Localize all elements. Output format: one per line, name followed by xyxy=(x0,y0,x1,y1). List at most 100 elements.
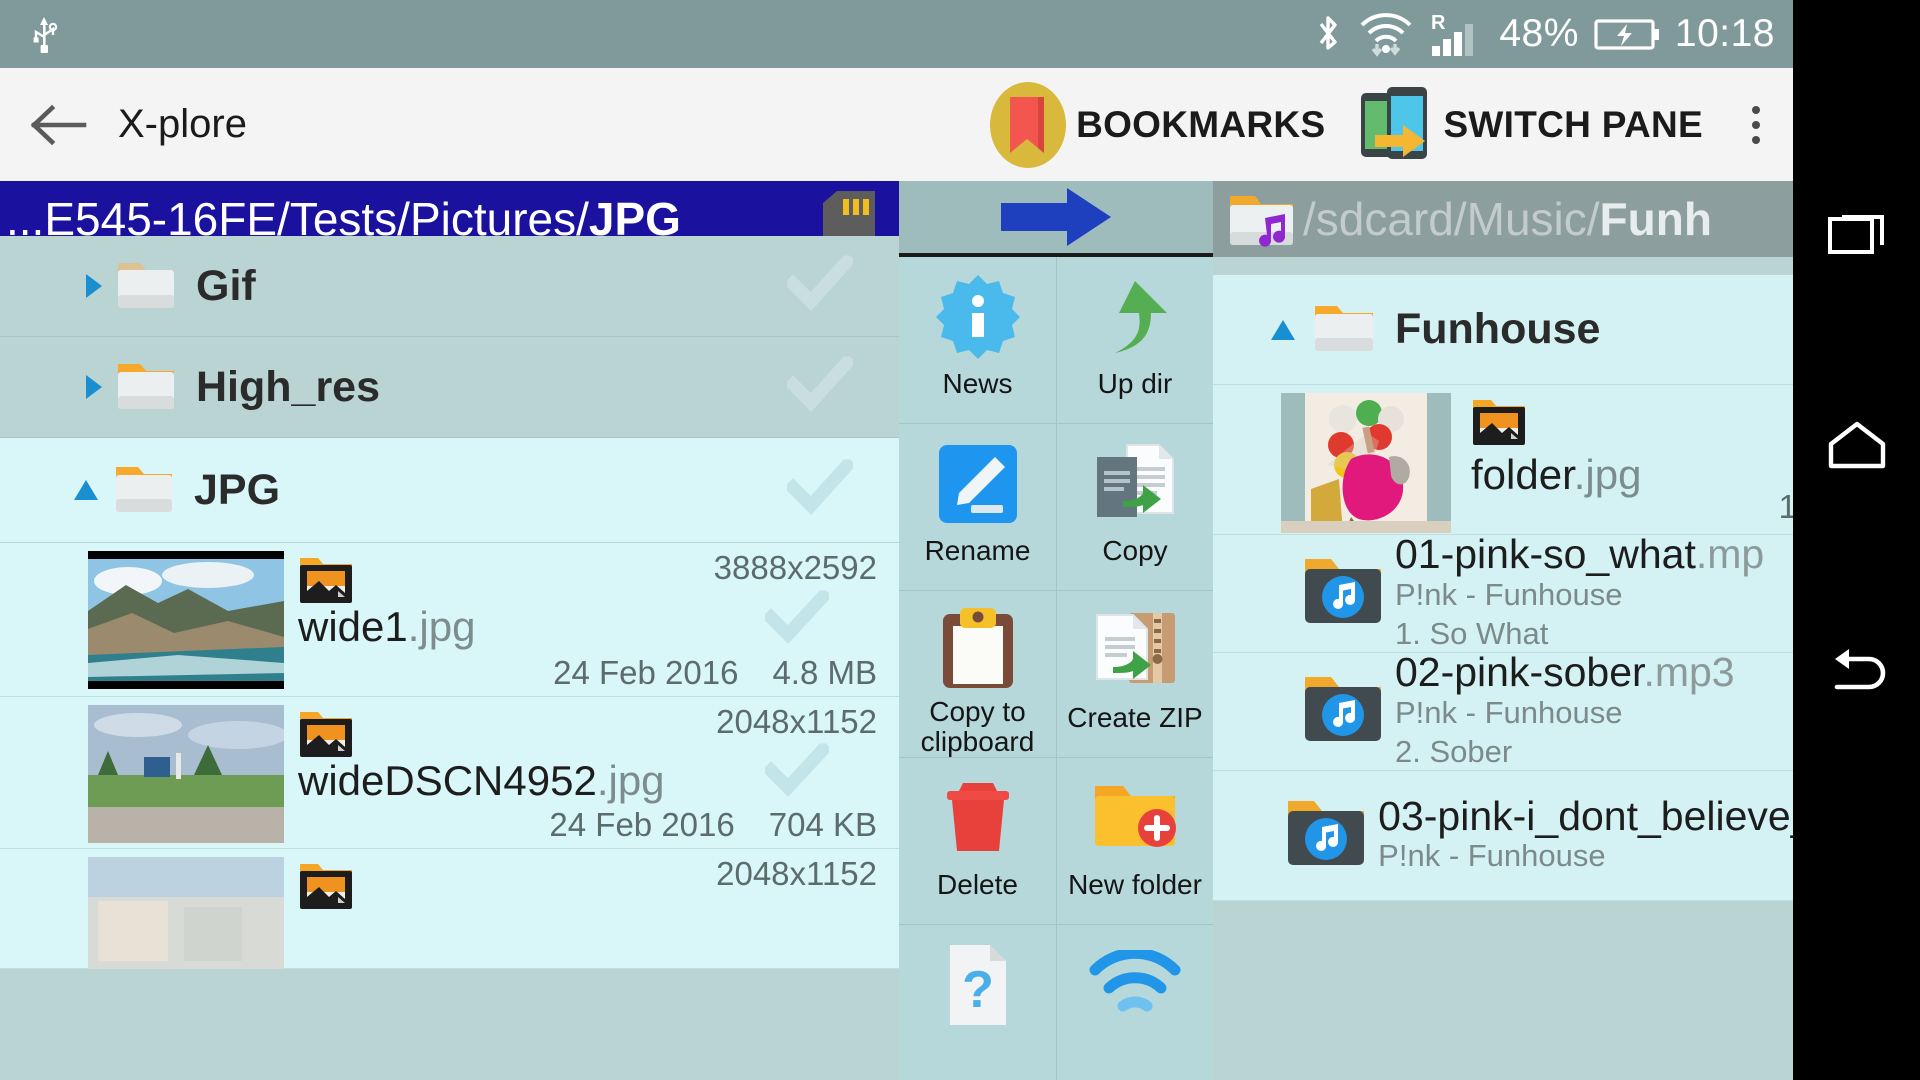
info-badge-icon xyxy=(934,271,1022,363)
file-extension: .jpg xyxy=(1573,451,1642,498)
list-item-file[interactable]: folder.jpg 1 xyxy=(1213,385,1793,535)
action-news[interactable]: News xyxy=(899,257,1056,424)
music-track: 2. Sober xyxy=(1395,734,1513,770)
file-date: 24 Feb 2016 xyxy=(553,654,739,691)
list-item-music[interactable]: 03-pink-i_dont_believe_you. P!nk - Funho… xyxy=(1213,771,1793,901)
mp3-file-icon xyxy=(1301,671,1385,752)
action-copy-to-clipboard[interactable]: Copy to clipboard xyxy=(899,591,1056,758)
file-extension: .mp3 xyxy=(1643,651,1735,696)
action-unknown-file[interactable]: ? xyxy=(899,925,1056,1080)
right-path-content: /sdcard/Music/Funh xyxy=(1213,188,1712,250)
file-info: 2048x1152 wideDSCN4952.jpg 24 Feb 2016 70… xyxy=(284,697,899,848)
overflow-menu-button[interactable] xyxy=(1719,105,1793,144)
bookmarks-button[interactable]: BOOKMARKS xyxy=(970,79,1341,171)
action-wifi-share[interactable] xyxy=(1056,925,1213,1080)
page-title: X-plore xyxy=(118,102,247,146)
folder-name: JPG xyxy=(194,465,281,514)
file-size: 704 KB xyxy=(768,806,877,843)
battery-percent-label: 48% xyxy=(1499,12,1579,55)
pencil-edit-icon xyxy=(937,438,1019,530)
back-button[interactable] xyxy=(0,102,118,148)
action-new-folder[interactable]: New folder xyxy=(1056,758,1213,925)
roaming-signal-icon: R xyxy=(1431,12,1474,56)
bookmarks-label: BOOKMARKS xyxy=(1076,103,1326,145)
toolbar-actions: BOOKMARKS SWITCH PANE xyxy=(970,68,1793,181)
list-item-folder-selected[interactable]: JPG xyxy=(0,438,899,543)
expand-triangle-icon[interactable] xyxy=(74,271,114,301)
mp3-file-icon xyxy=(1301,553,1385,634)
app-window: R 48% 10:18 X-plore BOOKMARKS SWITCH PAN… xyxy=(0,0,1793,1080)
folder-icon xyxy=(112,459,176,522)
action-panel: News Up dir Rename Copy Copy to clipboar… xyxy=(899,181,1213,1080)
right-file-list: Funhouse folder.jpg 1 01-pink-so_what.mp… xyxy=(1213,275,1793,901)
file-meta: 24 Feb 2016 704 KB xyxy=(549,806,877,844)
music-artist-album: P!nk - Funhouse xyxy=(1378,837,1606,873)
folder-icon xyxy=(1311,298,1377,361)
music-folder-icon xyxy=(1230,196,1293,247)
music-file-text: 03-pink-i_dont_believe_you. P!nk - Funho… xyxy=(1368,796,1793,876)
app-toolbar: X-plore BOOKMARKS SWITCH PANE xyxy=(0,68,1793,181)
battery-charging-icon xyxy=(1594,19,1659,50)
file-info: 2048x1152 xyxy=(284,849,899,968)
screen-root: R 48% 10:18 X-plore BOOKMARKS SWITCH PAN… xyxy=(0,0,1920,1080)
file-meta: 24 Feb 2016 4.8 MB xyxy=(553,654,877,692)
back-button-nav[interactable] xyxy=(1793,645,1920,701)
action-copy[interactable]: Copy xyxy=(1056,424,1213,591)
list-item-music[interactable]: 02-pink-sober.mp3 P!nk - Funhouse 2. Sob… xyxy=(1213,651,1793,772)
select-check-icon[interactable] xyxy=(783,252,857,317)
switch-pane-icon xyxy=(1361,86,1428,159)
wifi-share-icon xyxy=(1089,939,1181,1031)
home-button[interactable] xyxy=(1793,420,1920,470)
collapse-triangle-icon[interactable] xyxy=(66,477,106,503)
music-artist-album: P!nk - Funhouse xyxy=(1395,695,1623,731)
select-check-icon[interactable] xyxy=(761,586,833,649)
right-list-top-gap xyxy=(1213,257,1793,275)
file-dimensions: 2048x1152 xyxy=(716,703,877,740)
action-create-zip[interactable]: Create ZIP xyxy=(1056,591,1213,758)
file-info: 3888x2592 wide1.jpg 24 Feb 2016 4.8 MB xyxy=(284,543,899,696)
transfer-arrow-button[interactable] xyxy=(899,181,1213,257)
music-file-name: 02-pink-sober.mp3 xyxy=(1395,651,1735,696)
expand-triangle-icon[interactable] xyxy=(74,372,114,402)
right-path-text: /sdcard/Music/Funh xyxy=(1303,192,1712,246)
list-item-folder[interactable]: High_res xyxy=(0,337,899,438)
kebab-dot xyxy=(1752,120,1760,129)
jpg-file-icon xyxy=(1471,393,1527,454)
wifi-icon xyxy=(1360,13,1412,57)
recent-apps-icon xyxy=(1827,215,1884,254)
action-up-dir[interactable]: Up dir xyxy=(1056,257,1213,424)
unknown-file-icon: ? xyxy=(940,939,1016,1031)
clock-label: 10:18 xyxy=(1674,12,1775,55)
status-bar-right-icons: R 48% 10:18 xyxy=(1313,0,1775,68)
collapse-triangle-icon[interactable] xyxy=(1263,317,1303,343)
home-icon xyxy=(1828,421,1885,469)
file-thumbnail xyxy=(88,551,284,689)
file-meta-partial: 1 xyxy=(1778,488,1793,525)
list-item-folder[interactable]: Gif xyxy=(0,236,899,337)
jpg-file-icon xyxy=(298,705,354,766)
music-artist-album: P!nk - Funhouse xyxy=(1395,577,1623,613)
recent-apps-button[interactable] xyxy=(1793,205,1920,257)
right-arrow-icon xyxy=(1001,188,1111,246)
list-item-music[interactable]: 01-pink-so_what.mp P!nk - Funhouse 1. So… xyxy=(1213,533,1793,653)
file-size: 4.8 MB xyxy=(772,654,877,691)
select-check-icon[interactable] xyxy=(761,739,833,802)
switch-pane-button[interactable]: SWITCH PANE xyxy=(1341,79,1719,171)
trash-can-icon xyxy=(937,772,1019,864)
list-item-file[interactable]: 2048x1152 xyxy=(0,849,899,969)
status-bar-left-icons xyxy=(28,0,62,68)
right-path-prefix: /sdcard/Music/ xyxy=(1303,193,1600,245)
list-item-file[interactable]: 3888x2592 wide1.jpg 24 Feb 2016 4.8 MB xyxy=(0,543,899,697)
file-extension: .jpg xyxy=(596,757,665,804)
list-item-folder-selected[interactable]: Funhouse xyxy=(1213,275,1793,385)
right-path-bar[interactable]: /sdcard/Music/Funh xyxy=(1213,181,1793,257)
select-check-icon[interactable] xyxy=(783,353,857,418)
select-check-icon[interactable] xyxy=(783,456,857,521)
back-icon xyxy=(1834,649,1885,690)
jpg-file-icon xyxy=(298,551,354,612)
file-extension: .jpg xyxy=(407,603,476,650)
action-rename[interactable]: Rename xyxy=(899,424,1056,591)
action-delete[interactable]: Delete xyxy=(899,758,1056,925)
list-item-file[interactable]: 2048x1152 wideDSCN4952.jpg 24 Feb 2016 70… xyxy=(0,697,899,849)
music-file-text: 02-pink-sober.mp3 P!nk - Funhouse 2. Sob… xyxy=(1385,651,1735,772)
